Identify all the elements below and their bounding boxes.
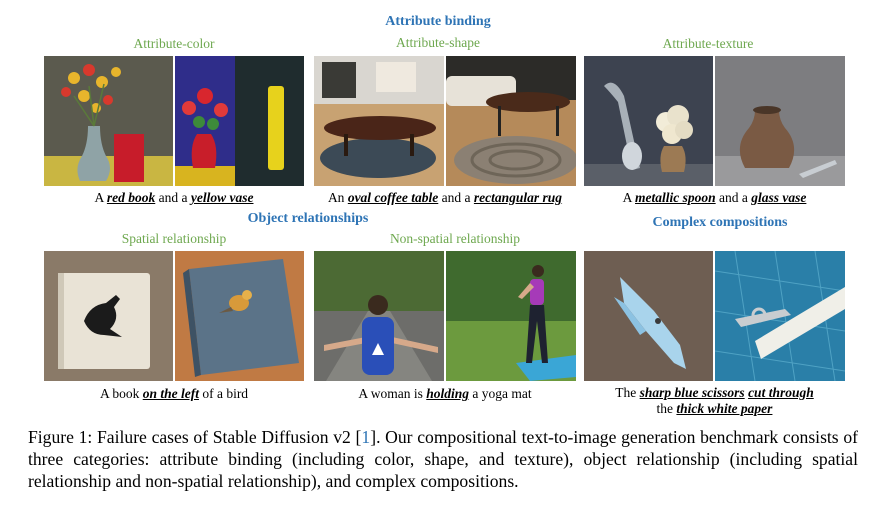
caption-emphasis: on the left [142, 386, 199, 401]
caption-text: a yoga mat [469, 386, 532, 401]
caption-text: and a [438, 190, 474, 205]
caption-emphasis: glass vase [751, 190, 807, 205]
caption-text: A book [99, 386, 143, 401]
figure-caption: Figure 1: Failure cases of Stable Diffus… [28, 426, 858, 492]
image-texture-2 [715, 56, 845, 186]
caption-emphasis: red book [106, 190, 156, 205]
caption-text: of a bird [198, 386, 249, 401]
caption-text: and a [155, 190, 191, 205]
subheading-attribute-shape: Attribute-shape [396, 35, 480, 50]
caption-text: the [656, 401, 677, 416]
caption-text: An [327, 190, 348, 205]
caption-attribute-color: A red book and a yellow vase [44, 190, 304, 206]
caption-text: A [94, 190, 107, 205]
heading-complex-compositions: Complex compositions [652, 215, 788, 230]
caption-spatial-relationship: A book on the left of a bird [44, 386, 304, 402]
caption-emphasis: rectangular rug [473, 190, 563, 205]
caption-text: The [615, 385, 640, 400]
caption-text: A [622, 190, 636, 205]
image-color-1 [44, 56, 173, 186]
subheading-attribute-color: Attribute-color [133, 36, 215, 51]
caption-emphasis: oval coffee table [347, 190, 439, 205]
image-shape-2 [446, 56, 576, 186]
caption-emphasis: thick white paper [676, 401, 773, 416]
subheading-attribute-texture: Attribute-texture [662, 36, 754, 51]
caption-line-2: the thick white paper [584, 401, 845, 417]
heading-attribute-binding: Attribute binding [385, 14, 491, 29]
caption-emphasis: metallic spoon [635, 190, 716, 205]
image-complex-1 [584, 251, 713, 381]
caption-emphasis: yellow vase [190, 190, 254, 205]
caption-emphasis: holding [426, 386, 470, 401]
subheading-spatial-relationship: Spatial relationship [121, 231, 227, 246]
caption-nonspatial-relationship: A woman is holding a yoga mat [314, 386, 576, 402]
caption-attribute-shape: An oval coffee table and a rectangular r… [314, 190, 576, 206]
caption-attribute-texture: A metallic spoon and a glass vase [584, 190, 845, 206]
caption-emphasis: sharp blue scissors [639, 385, 745, 400]
image-spatial-2 [175, 251, 304, 381]
image-nonspatial-2 [446, 251, 576, 381]
image-complex-2 [715, 251, 845, 381]
citation-link[interactable]: 1 [361, 427, 370, 447]
image-color-2 [175, 56, 304, 186]
caption-text: A woman is [358, 386, 427, 401]
image-spatial-1 [44, 251, 173, 381]
caption-emphasis: cut through [748, 385, 814, 400]
caption-line-1: The sharp blue scissors cut through [584, 385, 845, 401]
figure-caption-prefix: Figure 1: Failure cases of Stable Diffus… [28, 427, 362, 447]
caption-complex-compositions: The sharp blue scissors cut through the … [584, 385, 845, 417]
image-nonspatial-1 [314, 251, 444, 381]
heading-object-relationships: Object relationships [247, 211, 369, 226]
subheading-nonspatial-relationship: Non-spatial relationship [389, 231, 521, 246]
caption-text: and a [715, 190, 752, 205]
image-texture-1 [584, 56, 713, 186]
image-shape-1 [314, 56, 444, 186]
